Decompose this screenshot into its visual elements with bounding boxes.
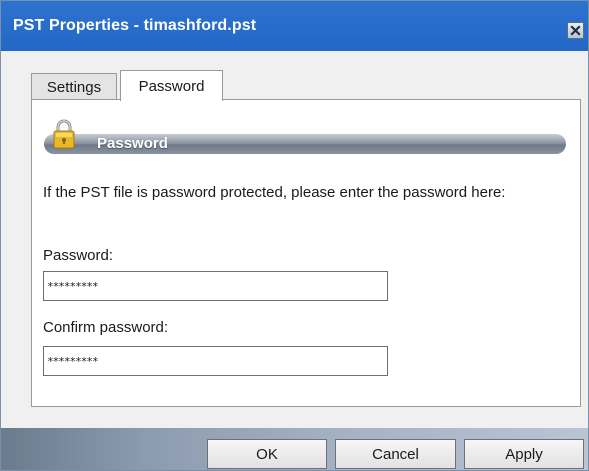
- close-icon: [570, 25, 581, 36]
- confirm-password-label: Confirm password:: [43, 319, 169, 336]
- pst-properties-dialog: PST Properties - timashford.pst Settings…: [0, 0, 589, 471]
- password-input[interactable]: [43, 271, 388, 301]
- password-label: Password:: [43, 247, 114, 264]
- close-button[interactable]: [567, 22, 584, 39]
- confirm-password-input[interactable]: [43, 346, 388, 376]
- password-tab-panel: Password If the PST file is password pro…: [31, 99, 581, 407]
- tab-settings[interactable]: Settings: [31, 73, 117, 100]
- button-bar: OK Cancel Apply: [1, 428, 588, 470]
- tab-password[interactable]: Password: [120, 70, 223, 101]
- title-bar[interactable]: PST Properties - timashford.pst: [1, 1, 588, 51]
- lock-icon: [53, 119, 75, 149]
- section-title: Password: [97, 135, 168, 152]
- password-description: If the PST file is password protected, p…: [43, 184, 506, 201]
- section-header: Password: [44, 134, 566, 154]
- apply-button[interactable]: Apply: [464, 439, 584, 469]
- window-title: PST Properties - timashford.pst: [13, 17, 257, 34]
- cancel-button[interactable]: Cancel: [335, 439, 456, 469]
- ok-button[interactable]: OK: [207, 439, 327, 469]
